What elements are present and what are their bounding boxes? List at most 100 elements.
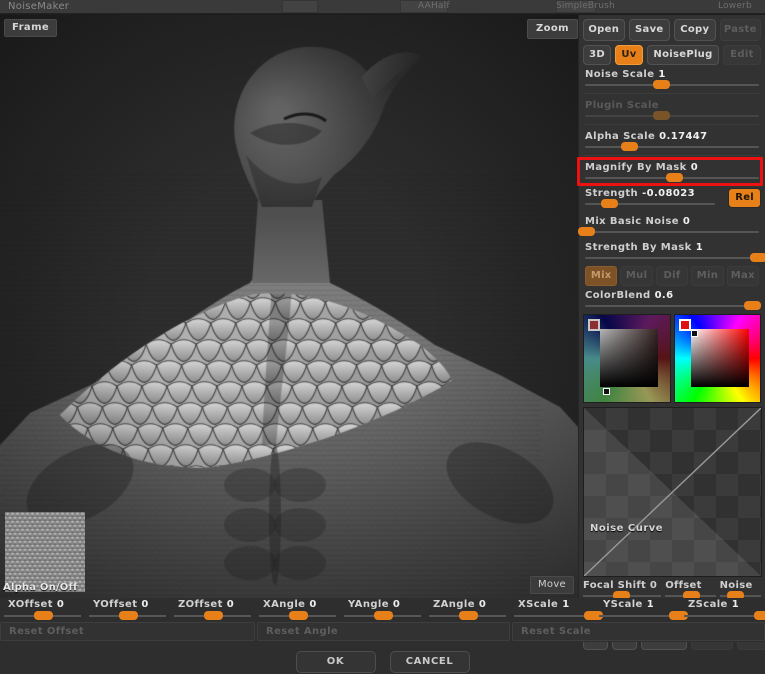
- primary-color-picker[interactable]: [583, 314, 671, 403]
- current-color-swatch[interactable]: [588, 319, 600, 331]
- yscale-label: YScale 1: [603, 599, 655, 610]
- alpha-pattern: [5, 512, 85, 592]
- xoffset-slider[interactable]: XOffset 0: [0, 598, 85, 622]
- alpha-scale-knob[interactable]: [621, 142, 639, 151]
- transform-slider-row: XOffset 0 YOffset 0 ZOffset 0 XAngle 0 Y…: [0, 598, 765, 622]
- rel-button[interactable]: Rel: [728, 188, 761, 208]
- zscale-label: ZScale 1: [688, 599, 740, 610]
- mix-basic-noise-track[interactable]: [585, 231, 759, 233]
- colorblend-slider[interactable]: ColorBlend 0.6: [579, 286, 765, 310]
- yoffset-knob[interactable]: [118, 611, 138, 620]
- zscale-track[interactable]: [684, 615, 761, 617]
- zscale-knob[interactable]: [754, 611, 765, 620]
- file-button-row: Open Save Copy Paste: [579, 15, 765, 41]
- move-button[interactable]: Move: [529, 576, 574, 594]
- noise-scale-track[interactable]: [585, 84, 759, 86]
- noisemaker-dialog: Frame Zoom Move Alpha On/Off Open Save C…: [0, 14, 765, 674]
- mix-basic-noise-label: Mix Basic Noise 0: [585, 216, 691, 227]
- yoffset-slider[interactable]: YOffset 0: [85, 598, 170, 622]
- xangle-slider[interactable]: XAngle 0: [255, 598, 340, 622]
- blend-mode-row: Mix Mul Dif Min Max: [579, 264, 765, 286]
- blend-max-button: Max: [726, 266, 760, 286]
- bg-label-simplebrush: SimpleBrush: [556, 1, 615, 11]
- xscale-label: XScale 1: [518, 599, 570, 610]
- noise-mode-row: 3D Uv NoisePlug Edit: [579, 41, 765, 65]
- reset-angle-button[interactable]: Reset Angle: [257, 622, 510, 641]
- bg-label-lowerb: Lowerb: [718, 1, 752, 11]
- plugin-scale-track: [585, 115, 759, 117]
- divider: [585, 124, 759, 125]
- zangle-label: ZAngle 0: [433, 599, 487, 610]
- frame-button[interactable]: Frame: [4, 19, 58, 37]
- cancel-button[interactable]: CANCEL: [389, 650, 470, 673]
- copy-button[interactable]: Copy: [674, 19, 716, 41]
- model-render[interactable]: [0, 15, 578, 598]
- mode-3d-button[interactable]: 3D: [583, 45, 611, 65]
- divider: [585, 155, 759, 156]
- model-viewport[interactable]: Frame Zoom Move Alpha On/Off: [0, 15, 578, 598]
- alpha-scale-slider[interactable]: Alpha Scale 0.17447: [579, 127, 765, 153]
- alpha-scale-track[interactable]: [585, 146, 759, 148]
- reset-offset-button[interactable]: Reset Offset: [0, 622, 255, 641]
- edit-button: Edit: [723, 45, 761, 65]
- yscale-slider[interactable]: YScale 1: [595, 598, 689, 622]
- xoffset-knob[interactable]: [33, 611, 53, 620]
- yscale-track[interactable]: [599, 615, 676, 617]
- blend-mix-button[interactable]: Mix: [585, 266, 618, 286]
- magnify-by-mask-slider[interactable]: Magnify By Mask 0: [579, 158, 765, 184]
- strength-knob[interactable]: [600, 199, 618, 208]
- color-marker[interactable]: [603, 388, 610, 395]
- open-button[interactable]: Open: [583, 19, 625, 41]
- blend-mul-button: Mul: [620, 266, 653, 286]
- colorblend-label: ColorBlend 0.6: [585, 290, 674, 301]
- zoffset-slider[interactable]: ZOffset 0: [170, 598, 255, 622]
- mode-uv-button[interactable]: Uv: [615, 45, 643, 65]
- magnify-by-mask-knob[interactable]: [665, 173, 683, 182]
- alpha-toggle-label[interactable]: Alpha On/Off: [3, 582, 78, 593]
- mix-basic-noise-knob[interactable]: [578, 227, 596, 236]
- ok-button[interactable]: OK: [295, 650, 376, 673]
- dialog-button-row: OK CANCEL: [0, 648, 765, 674]
- xangle-knob[interactable]: [288, 611, 308, 620]
- zoom-button[interactable]: Zoom: [526, 19, 578, 39]
- paste-button: Paste: [719, 19, 761, 41]
- saturation-value-field[interactable]: [690, 329, 749, 387]
- yangle-slider[interactable]: YAngle 0: [340, 598, 425, 622]
- curve-line-icon[interactable]: [584, 408, 761, 576]
- reset-scale-button[interactable]: Reset Scale: [512, 622, 765, 641]
- zoffset-label: ZOffset 0: [178, 599, 235, 610]
- save-button[interactable]: Save: [628, 19, 670, 41]
- strength-by-mask-knob[interactable]: [749, 253, 765, 262]
- xscale-slider[interactable]: XScale 1: [510, 598, 604, 622]
- colorblend-track[interactable]: [585, 305, 759, 307]
- plugin-scale-knob: [652, 111, 670, 120]
- strength-by-mask-track[interactable]: [585, 257, 759, 259]
- divider: [585, 93, 759, 94]
- xscale-track[interactable]: [514, 615, 591, 617]
- colorblend-knob[interactable]: [743, 301, 761, 310]
- mix-basic-noise-slider[interactable]: Mix Basic Noise 0: [578, 212, 765, 238]
- noiseplug-button[interactable]: NoisePlug: [647, 45, 719, 65]
- plugin-scale-slider: Plugin Scale: [579, 96, 765, 122]
- alpha-thumbnail[interactable]: [5, 512, 85, 592]
- noise-scale-slider[interactable]: Noise Scale 1: [579, 65, 765, 91]
- noise-settings-panel: Open Save Copy Paste 3D Uv NoisePlug Edi…: [578, 15, 765, 650]
- strength-by-mask-slider[interactable]: Strength By Mask 1: [579, 238, 765, 264]
- strength-by-mask-label: Strength By Mask 1: [585, 242, 704, 253]
- zoffset-knob[interactable]: [203, 611, 223, 620]
- saturation-value-field[interactable]: [600, 329, 658, 387]
- color-marker[interactable]: [690, 330, 698, 337]
- window-title: NoiseMaker: [8, 1, 70, 12]
- strength-slider[interactable]: Strength -0.08023 Rel: [579, 184, 765, 212]
- zscale-slider[interactable]: ZScale 1: [680, 598, 765, 622]
- secondary-color-picker[interactable]: [673, 314, 761, 403]
- current-color-swatch[interactable]: [678, 319, 691, 331]
- yangle-knob[interactable]: [373, 611, 393, 620]
- xangle-label: XAngle 0: [263, 599, 317, 610]
- zangle-slider[interactable]: ZAngle 0: [425, 598, 510, 622]
- noise-curve-editor[interactable]: Noise Curve: [583, 407, 762, 577]
- zangle-knob[interactable]: [458, 611, 478, 620]
- noise-scale-knob[interactable]: [652, 80, 670, 89]
- blend-dif-button: Dif: [655, 266, 689, 286]
- noise-curve-label: Noise Curve: [590, 523, 664, 534]
